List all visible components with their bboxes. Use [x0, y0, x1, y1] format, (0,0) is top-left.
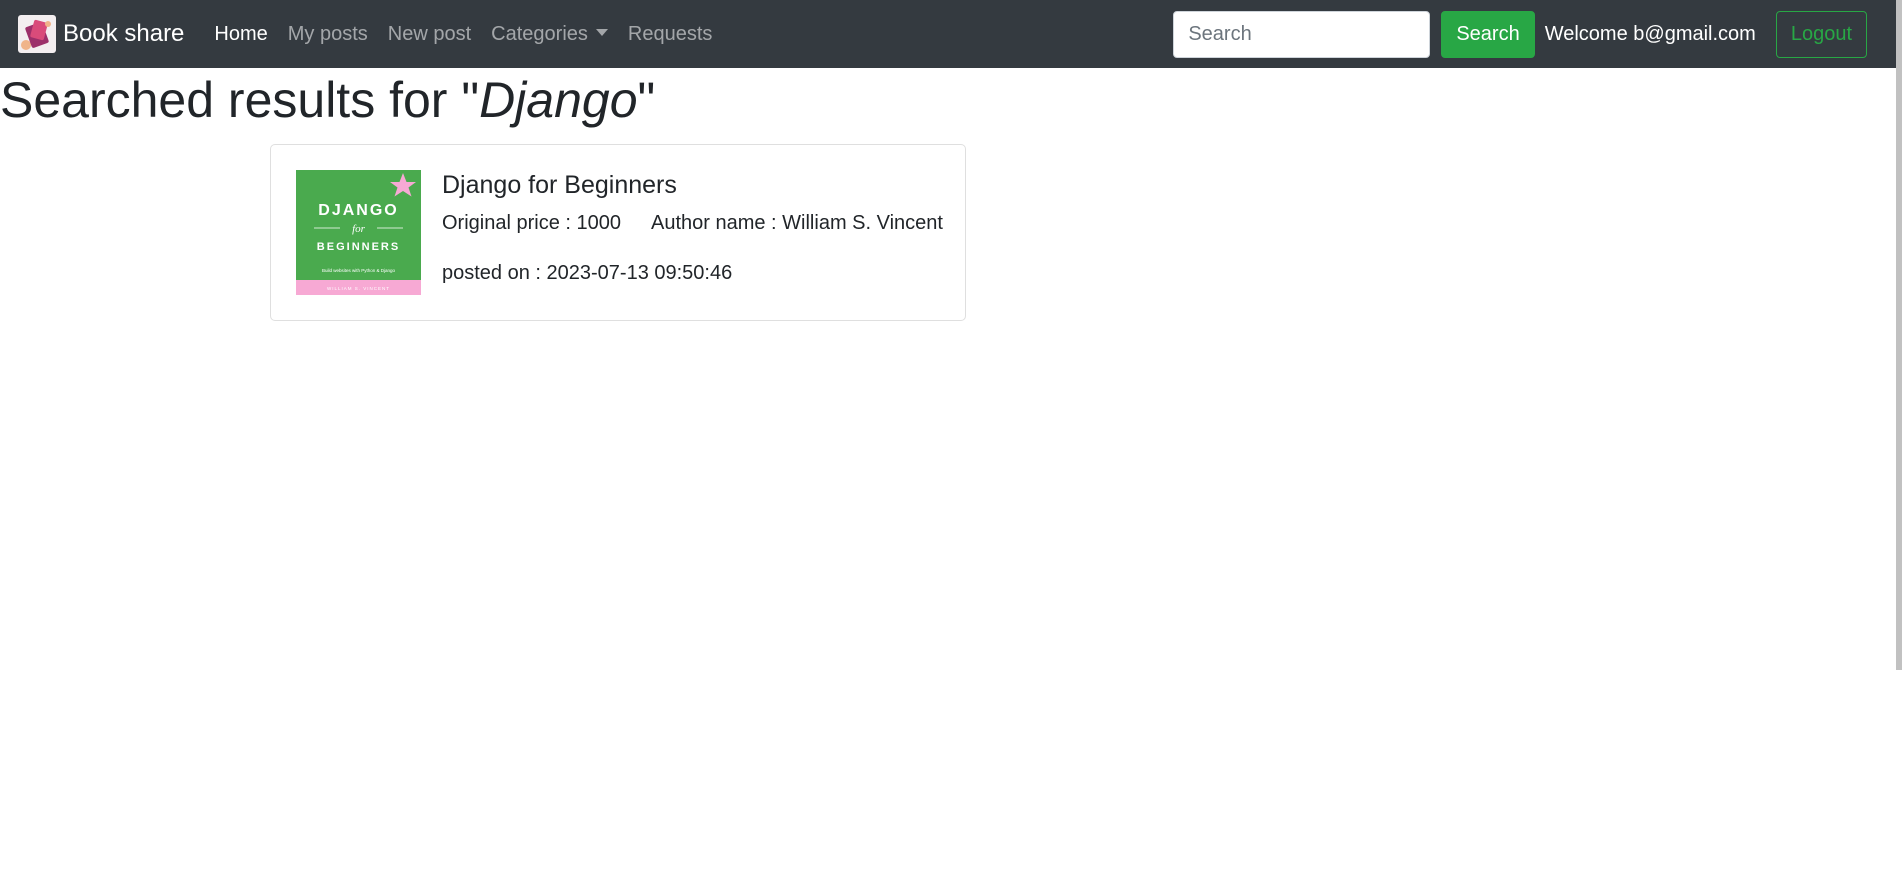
cover-title-line1: DJANGO — [318, 202, 398, 219]
nav-link-requests[interactable]: Requests — [628, 23, 713, 46]
search-query: Django — [479, 72, 638, 128]
nav-link-home[interactable]: Home — [214, 23, 267, 46]
brand-name: Book share — [63, 20, 185, 47]
title-prefix: Searched results for " — [0, 72, 480, 128]
book-title[interactable]: Django for Beginners — [442, 170, 943, 200]
nav-right: Search Welcome b@gmail.com Logout — [1173, 0, 1867, 68]
search-input[interactable] — [1173, 10, 1431, 58]
book-cover-image: DJANGO for BEGINNERS Build websites with… — [296, 170, 421, 295]
card-body: Django for Beginners Original price : 10… — [442, 170, 943, 285]
logout-button[interactable]: Logout — [1775, 10, 1867, 58]
categories-label: Categories — [491, 22, 588, 45]
search-button[interactable]: Search — [1441, 10, 1535, 58]
book-logo-icon — [18, 15, 56, 53]
caret-down-icon — [595, 28, 608, 36]
cover-title-line2: for — [352, 223, 366, 235]
nav-links: Home My posts New post Categories Reques… — [214, 23, 732, 46]
book-meta: Original price : 1000 Author name : Willi… — [442, 211, 943, 235]
scrollbar-thumb[interactable] — [1896, 0, 1902, 670]
author-name: Author name : William S. Vincent — [650, 212, 943, 234]
cover-subtitle: Build websites with Python & Django — [322, 268, 396, 273]
page-title: Searched results for "Django" — [0, 70, 655, 130]
title-suffix: " — [637, 72, 656, 128]
brand-link[interactable]: Book share — [18, 15, 184, 53]
cover-title-line3: BEGINNERS — [317, 241, 400, 253]
nav-link-new-post[interactable]: New post — [388, 23, 471, 46]
result-card[interactable]: DJANGO for BEGINNERS Build websites with… — [270, 144, 966, 321]
original-price: Original price : 1000 — [442, 212, 621, 234]
navbar: Book share Home My posts New post Catego… — [0, 0, 1902, 68]
nav-link-my-posts[interactable]: My posts — [288, 23, 368, 46]
welcome-text: Welcome b@gmail.com — [1544, 22, 1756, 45]
cover-author: WILLIAM S. VINCENT — [327, 286, 390, 291]
posted-on: posted on : 2023-07-13 09:50:46 — [442, 262, 733, 284]
nav-link-categories[interactable]: Categories — [491, 23, 608, 46]
